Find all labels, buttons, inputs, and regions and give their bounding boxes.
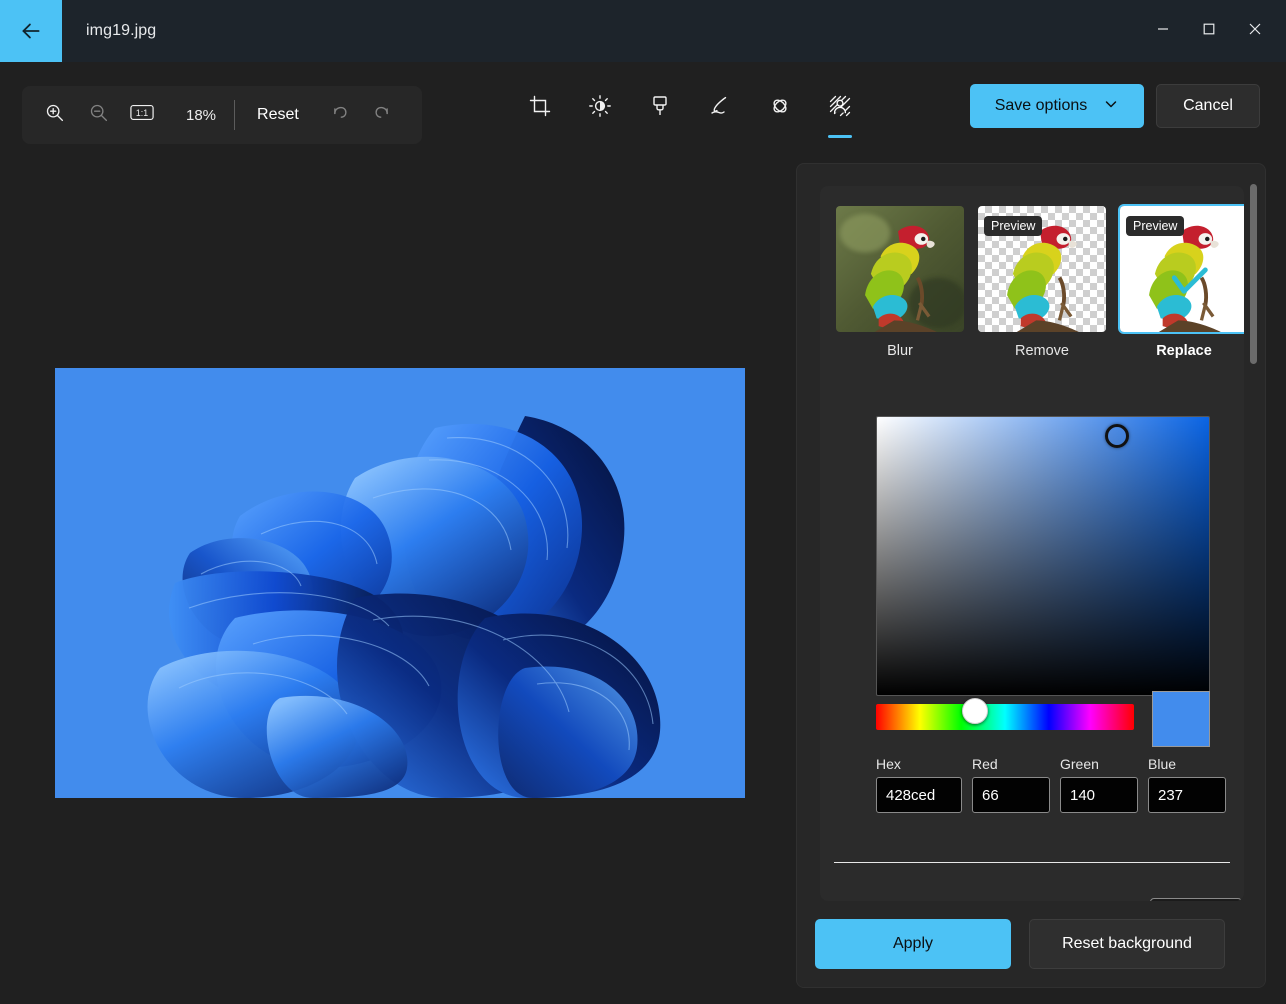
preview-badge: Preview xyxy=(984,216,1043,236)
red-label: Red xyxy=(972,756,998,772)
save-options-label: Save options xyxy=(994,97,1088,114)
tool-underline xyxy=(708,135,732,138)
tool-underline xyxy=(768,135,792,138)
background-mode-options: Blur Preview Remove Preview Replace xyxy=(834,204,1244,359)
background-tool-panel: Blur Preview Remove Preview Replace Hex … xyxy=(796,163,1266,988)
blue-field-group: Blue xyxy=(1148,756,1226,813)
back-button[interactable] xyxy=(0,0,62,62)
maximize-icon xyxy=(1203,22,1215,40)
green-input[interactable] xyxy=(1060,777,1138,813)
svg-text:1:1: 1:1 xyxy=(136,108,148,118)
one-to-one-icon: 1:1 xyxy=(130,103,154,127)
erase-objects-icon xyxy=(768,94,792,123)
editor-toolbar: 1:1 18% Reset Save options Cancel xyxy=(0,62,1286,160)
red-field-group: Red xyxy=(972,756,1050,813)
minimize-button[interactable] xyxy=(1140,8,1186,54)
arrow-left-icon xyxy=(18,18,44,44)
toolbar-divider xyxy=(234,100,236,130)
window-controls xyxy=(1140,0,1286,62)
redo-button[interactable] xyxy=(361,93,405,137)
option-label: Replace xyxy=(1156,343,1212,359)
undo-button[interactable] xyxy=(317,93,361,137)
preview-badge: Preview xyxy=(1126,216,1185,236)
zoom-controls-group: 1:1 18% Reset xyxy=(22,86,422,144)
zoom-out-button[interactable] xyxy=(76,93,120,137)
close-icon xyxy=(1249,22,1261,40)
background-options-card: Blur Preview Remove Preview Replace Hex … xyxy=(820,186,1244,901)
zoom-in-icon xyxy=(44,102,65,128)
panel-action-bar: Apply Reset background xyxy=(797,901,1265,987)
option-thumbnail xyxy=(834,204,966,334)
apply-button[interactable]: Apply xyxy=(815,919,1011,969)
background-option-blur[interactable]: Blur xyxy=(834,204,966,359)
background-person-icon xyxy=(828,94,852,123)
hex-label: Hex xyxy=(876,756,901,772)
tool-erase[interactable] xyxy=(760,86,800,142)
tool-background[interactable] xyxy=(820,86,860,142)
tool-adjustment[interactable] xyxy=(580,86,620,142)
parrot-blur-thumbnail xyxy=(836,206,964,332)
hue-slider-thumb[interactable] xyxy=(962,698,988,724)
maximize-button[interactable] xyxy=(1186,8,1232,54)
crop-icon xyxy=(528,94,552,123)
background-option-remove[interactable]: Preview Remove xyxy=(976,204,1108,359)
cancel-button[interactable]: Cancel xyxy=(1156,84,1260,128)
minimize-icon xyxy=(1157,22,1169,40)
title-bar: img19.jpg xyxy=(0,0,1286,62)
photos-editor-window: img19.jpg 1:1 18% Reset Save options Can… xyxy=(0,0,1286,1004)
edited-image xyxy=(55,368,745,798)
image-canvas-area[interactable] xyxy=(0,160,795,1004)
edit-tools-group xyxy=(520,86,860,142)
green-field-group: Green xyxy=(1060,756,1138,813)
redo-icon xyxy=(372,102,394,129)
tool-underline xyxy=(648,135,672,138)
undo-icon xyxy=(328,102,350,129)
selected-color-swatch xyxy=(1152,691,1210,747)
hex-field-group: Hex xyxy=(876,756,962,813)
tool-underline xyxy=(528,135,552,138)
zoom-out-icon xyxy=(88,102,109,128)
zoom-in-button[interactable] xyxy=(32,93,76,137)
tool-markup[interactable] xyxy=(700,86,740,142)
background-option-replace[interactable]: Preview Replace xyxy=(1118,204,1244,359)
tool-underline xyxy=(828,135,852,138)
chevron-down-icon xyxy=(1103,96,1119,117)
reset-background-button[interactable]: Reset background xyxy=(1029,919,1225,969)
option-thumbnail: Preview xyxy=(1118,204,1244,334)
panel-scrollbar-thumb[interactable] xyxy=(1250,184,1257,364)
red-input[interactable] xyxy=(972,777,1050,813)
zoom-level-value: 18% xyxy=(186,106,217,124)
tool-underline xyxy=(588,135,612,138)
window-title: img19.jpg xyxy=(86,22,157,39)
saturation-value-picker[interactable] xyxy=(876,416,1210,696)
close-button[interactable] xyxy=(1232,8,1278,54)
option-label: Blur xyxy=(887,343,913,359)
hex-input[interactable] xyxy=(876,777,962,813)
action-buttons: Save options Cancel xyxy=(970,84,1260,128)
blue-input[interactable] xyxy=(1148,777,1226,813)
tool-crop[interactable] xyxy=(520,86,560,142)
pen-icon xyxy=(708,94,732,123)
blue-label: Blue xyxy=(1148,756,1177,772)
reset-zoom-button[interactable]: Reset xyxy=(245,100,311,130)
actual-size-button[interactable]: 1:1 xyxy=(120,93,164,137)
color-picker-cursor[interactable] xyxy=(1105,424,1129,448)
tool-filters[interactable] xyxy=(640,86,680,142)
brightness-icon xyxy=(588,94,612,123)
bloom-artwork xyxy=(55,368,745,798)
panel-divider xyxy=(834,862,1230,863)
brush-icon xyxy=(648,94,672,123)
hue-slider-track[interactable] xyxy=(876,704,1134,730)
green-label: Green xyxy=(1060,756,1099,772)
save-options-button[interactable]: Save options xyxy=(970,84,1144,128)
option-thumbnail: Preview xyxy=(976,204,1108,334)
color-value-fields: Hex Red Green Blue xyxy=(876,756,1226,813)
option-label: Remove xyxy=(1015,343,1069,359)
